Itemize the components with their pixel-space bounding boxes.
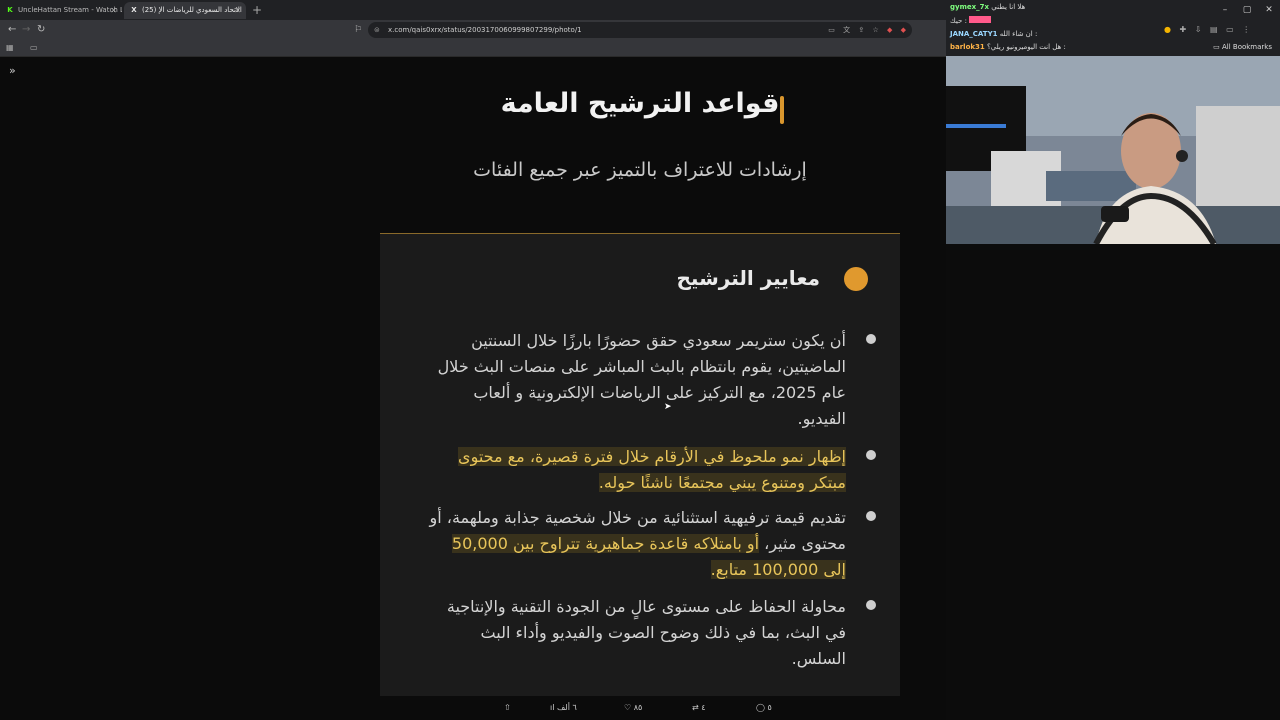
bookmark-star-icon[interactable]: ⚐: [354, 22, 362, 38]
bullet-icon: [866, 334, 876, 344]
criteria-text: أن يكون ستريمر سعودي حقق حضورًا بارزًا خ…: [437, 331, 846, 428]
share-icon[interactable]: ⇪: [858, 26, 864, 34]
downloads-icon[interactable]: ⇩: [1195, 25, 1202, 34]
views-icon: ıl: [550, 703, 555, 712]
criteria-item: أن يكون ستريمر سعودي حقق حضورًا بارزًا خ…: [426, 328, 876, 432]
bookmarks-bar: ▦ ▭: [0, 40, 946, 57]
section-dot-icon: [844, 267, 868, 291]
back-arrow-icon[interactable]: ←: [8, 22, 16, 38]
kick-logo-icon: K: [7, 6, 13, 14]
replies-count: ٥: [767, 703, 772, 712]
mouse-cursor-icon: ➤: [664, 402, 672, 412]
browser-toolbar: ← → ↻ ⚐ ⊜ x.com/qais0xrx/status/20031700…: [0, 20, 946, 40]
bullet-icon: [866, 450, 876, 460]
reply-icon: ◯: [756, 703, 765, 712]
views-count: ٦ ألف: [557, 703, 577, 712]
chat-text: ان شاء الله :: [999, 30, 1038, 38]
likes-count: ٨٥: [633, 703, 643, 712]
chat-text: هلا انا يطني: [991, 3, 1026, 11]
views-button[interactable]: ıl ٦ ألف: [550, 700, 577, 716]
apps-grid-icon[interactable]: ▦: [6, 41, 14, 55]
chat-message: JANA_CATY1 ان شاء الله :: [950, 30, 1037, 39]
new-tab-icon[interactable]: +: [252, 2, 262, 18]
sidebar-icon[interactable]: ▤: [1210, 25, 1218, 34]
extension-icon[interactable]: ◆: [887, 26, 892, 34]
tab-close-icon[interactable]: ✕: [234, 2, 241, 19]
chat-username: JANA_CATY1: [950, 30, 998, 38]
all-bookmarks-link[interactable]: ▭ All Bookmarks: [1213, 43, 1272, 51]
tab-x-post[interactable]: X (25) الاتحاد السعودي للرياضات الإ ✕: [124, 2, 246, 19]
webcam-feed: [946, 56, 1280, 244]
expand-panel-icon[interactable]: »: [9, 64, 16, 77]
criteria-text: محاولة الحفاظ على مستوى عالٍ من الجودة ا…: [446, 597, 846, 668]
like-button[interactable]: ♡ ٨٥: [624, 700, 642, 716]
tab-kick-stream[interactable]: K UncleHattan Stream - Watch Live on ✕: [0, 2, 122, 19]
card-title: معايير الترشيح: [676, 266, 820, 290]
cast-icon[interactable]: ▭: [828, 26, 835, 34]
tab-search-icon[interactable]: ▭: [1226, 25, 1234, 34]
address-bar[interactable]: ⊜ x.com/qais0xrx/status/2003170060999807…: [368, 22, 912, 38]
stream-background: [946, 244, 1280, 720]
extensions-area: ● ✚ ⇩ ▤ ▭ ⋮: [1164, 25, 1256, 34]
menu-icon[interactable]: ⋮: [1242, 25, 1250, 34]
webcam-image: [946, 56, 1280, 244]
site-info-icon[interactable]: ⊜: [374, 22, 380, 38]
tab-strip: K UncleHattan Stream - Watch Live on ✕ X (…: [0, 0, 946, 20]
tab-label: UncleHattan Stream - Watch Live on: [18, 6, 122, 14]
tab-close-icon[interactable]: ✕: [110, 2, 117, 19]
url-text: x.com/qais0xrx/status/200317006099980729…: [388, 26, 582, 34]
chat-text: هل انت اليوميرونيو ريلي؟ :: [987, 43, 1066, 51]
criteria-item: محاولة الحفاظ على مستوى عالٍ من الجودة ا…: [426, 594, 876, 672]
repost-button[interactable]: ⇄ ٤: [692, 700, 706, 716]
star-icon[interactable]: ☆: [872, 26, 878, 34]
reposts-count: ٤: [701, 703, 706, 712]
tab-label: (25) الاتحاد السعودي للرياضات الإ: [142, 6, 242, 14]
reload-icon[interactable]: ↻: [37, 22, 45, 38]
criteria-item: إظهار نمو ملحوظ في الأرقام خلال فترة قصي…: [426, 444, 876, 496]
repost-icon: ⇄: [692, 703, 699, 712]
bullet-icon: [866, 511, 876, 521]
chat-text: : حيك: [950, 17, 967, 25]
all-bookmarks-label: All Bookmarks: [1221, 43, 1272, 51]
forward-arrow-icon[interactable]: →: [22, 22, 30, 38]
x-logo-icon: X: [131, 6, 137, 14]
chat-username-redacted: [969, 16, 992, 23]
window-controls: – ▢ ✕: [1214, 0, 1280, 20]
close-window-button[interactable]: ✕: [1258, 0, 1280, 20]
translate-icon[interactable]: 文: [843, 26, 850, 34]
page-title-row: قواعد الترشيح العامة: [380, 88, 900, 133]
title-accent-bar: [780, 96, 784, 124]
extension-icon-2[interactable]: ◆: [901, 26, 906, 34]
page-title: قواعد الترشيح العامة: [500, 88, 780, 119]
post-action-bar: ⇧ ıl ٦ ألف ♡ ٨٥ ⇄ ٤ ◯ ٥: [500, 700, 790, 716]
chat-username: gymex_7x: [950, 3, 990, 11]
reply-button[interactable]: ◯ ٥: [756, 700, 772, 716]
folder-icon[interactable]: ▭: [30, 41, 38, 55]
criteria-item: تقديم قيمة ترفيهية استثنائية من خلال شخص…: [426, 505, 876, 583]
share-icon[interactable]: ⇧: [504, 700, 511, 716]
bullet-icon: [866, 600, 876, 610]
chat-username: barlok31: [950, 43, 985, 51]
chrome-icon[interactable]: ●: [1164, 25, 1171, 34]
maximize-button[interactable]: ▢: [1236, 0, 1258, 20]
minimize-button[interactable]: –: [1214, 0, 1236, 20]
chat-message: barlok31 هل انت اليوميرونيو ريلي؟ :: [950, 43, 1066, 52]
heart-icon: ♡: [624, 703, 632, 712]
extensions-puzzle-icon[interactable]: ✚: [1180, 25, 1187, 34]
folder-icon: ▭: [1213, 43, 1220, 51]
chat-message: : حيك: [950, 16, 992, 26]
page-subtitle: إرشادات للاعتراف بالتميز عبر جميع الفئات: [473, 159, 807, 181]
chat-message: gymex_7x هلا انا يطني: [950, 3, 1025, 12]
criteria-card: معايير الترشيح أن يكون ستريمر سعودي حقق …: [380, 233, 900, 696]
criteria-text-highlighted: إظهار نمو ملحوظ في الأرقام خلال فترة قصي…: [458, 447, 846, 492]
